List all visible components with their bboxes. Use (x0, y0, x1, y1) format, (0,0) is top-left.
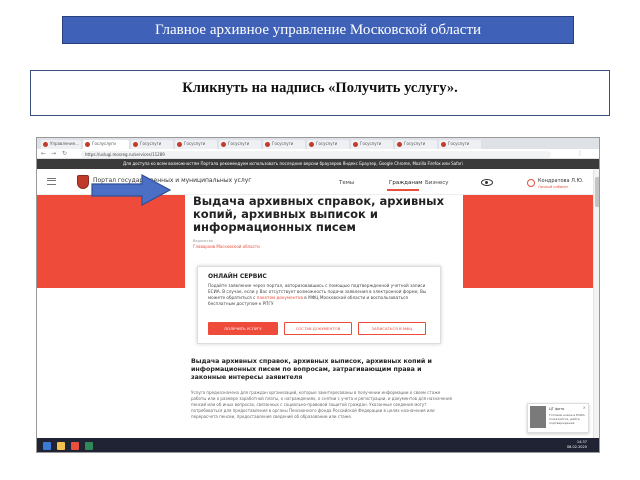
windows-taskbar: 14:37 08.02.2020 (37, 438, 599, 452)
instruction-text: Кликнуть на надпись «Получить услугу». (30, 70, 610, 116)
browser-tab[interactable]: Госуслуги (175, 140, 217, 149)
department-label: Ведомство (193, 239, 213, 243)
nav-citizens[interactable]: Гражданам (389, 180, 422, 186)
back-icon[interactable]: ← (41, 150, 46, 158)
notification-title: ЦТ фото (549, 407, 565, 411)
hero-background-left (37, 195, 185, 288)
browser-tab[interactable]: Управление... (41, 140, 81, 149)
service-description-heading: Выдача архивных справок, архивных выписо… (191, 358, 432, 381)
url-field[interactable]: https://uslugi.mosreg.ru/services/11289 (81, 150, 551, 158)
user-name[interactable]: Кондратова Л.Ю. (538, 178, 583, 184)
favicon-icon (221, 142, 226, 147)
notification-text: Готовим новое в ЕСИА: пожалуйста, дайте … (549, 413, 586, 425)
documents-list-button[interactable]: СОСТАВ ДОКУМЕНТОВ (284, 322, 352, 335)
nav-active-indicator (387, 189, 419, 191)
book-mfc-button[interactable]: ЗАПИСАТЬСЯ В МФЦ (358, 322, 426, 335)
browser-tab[interactable]: Госуслуги (439, 140, 481, 149)
favicon-icon (43, 142, 48, 147)
system-clock: 14:37 08.02.2020 (566, 440, 587, 449)
browser-tabbar: Управление... Гослуслуги Госуслуги Госус… (37, 138, 599, 149)
browser-tab-active[interactable]: Гослуслуги (83, 140, 129, 149)
reload-icon[interactable]: ↻ (62, 150, 67, 158)
menu-icon[interactable]: ⋮ (577, 150, 583, 158)
favicon-icon (265, 142, 270, 147)
favicon-icon (441, 142, 446, 147)
service-description-text: Услуга предназначена для граждан организ… (191, 390, 452, 419)
pointer-arrow-icon (91, 173, 172, 207)
browser-tab[interactable]: Госуслуги (307, 140, 349, 149)
notification-image (530, 406, 546, 428)
slide-header: Главное архивное управление Московской о… (62, 16, 574, 44)
browser-tab[interactable]: Госуслуги (263, 140, 305, 149)
moscow-region-emblem-icon (77, 175, 89, 189)
favicon-icon (85, 142, 90, 147)
favicon-icon (309, 142, 314, 147)
page-scrollbar[interactable] (593, 169, 599, 452)
favicon-icon (177, 142, 182, 147)
browser-taskbar-icon[interactable] (71, 442, 79, 450)
browser-tab[interactable]: Госуслуги (395, 140, 437, 149)
get-service-button[interactable]: ПОЛУЧИТЬ УСЛУГУ (208, 322, 278, 335)
favicon-icon (133, 142, 138, 147)
service-title: Выдача архивных справок, архивных копий,… (193, 194, 445, 234)
browser-tab[interactable]: Госуслуги (219, 140, 261, 149)
browser-tab[interactable]: Госуслуги (131, 140, 173, 149)
address-bar: ← → ↻ https://uslugi.mosreg.ru/services/… (37, 149, 599, 159)
user-cabinet-link[interactable]: Личный кабинет (538, 185, 569, 189)
accessibility-eye-icon[interactable] (481, 179, 493, 186)
documents-package-link[interactable]: пакетом документов (257, 295, 303, 300)
favicon-icon (353, 142, 358, 147)
close-icon[interactable]: × (583, 405, 586, 410)
forward-icon[interactable]: → (51, 150, 56, 158)
hero-background-right (463, 195, 593, 288)
notification-popup[interactable]: ЦТ фото Готовим новое в ЕСИА: пожалуйста… (527, 403, 589, 433)
favicon-icon (397, 142, 402, 147)
app-taskbar-icon[interactable] (85, 442, 93, 450)
scrollbar-thumb[interactable] (595, 177, 599, 207)
browser-notice: Для доступа ко всем возможностям Портала… (37, 159, 599, 169)
online-service-heading: ОНЛАЙН СЕРВИС (208, 273, 267, 280)
user-icon[interactable] (527, 179, 535, 187)
start-menu-icon[interactable] (43, 442, 51, 450)
online-service-description: Подайте заявление через портал, авторизо… (208, 283, 427, 306)
nav-topics[interactable]: Темы (339, 180, 354, 186)
browser-tab[interactable]: Госуслуги (351, 140, 393, 149)
department-link[interactable]: Главархив Московской области (193, 244, 260, 249)
online-service-box: ОНЛАЙН СЕРВИС Подайте заявление через по… (197, 266, 441, 344)
explorer-icon[interactable] (57, 442, 65, 450)
nav-business[interactable]: Бизнесу (425, 180, 449, 186)
hamburger-menu-icon[interactable] (47, 178, 56, 185)
